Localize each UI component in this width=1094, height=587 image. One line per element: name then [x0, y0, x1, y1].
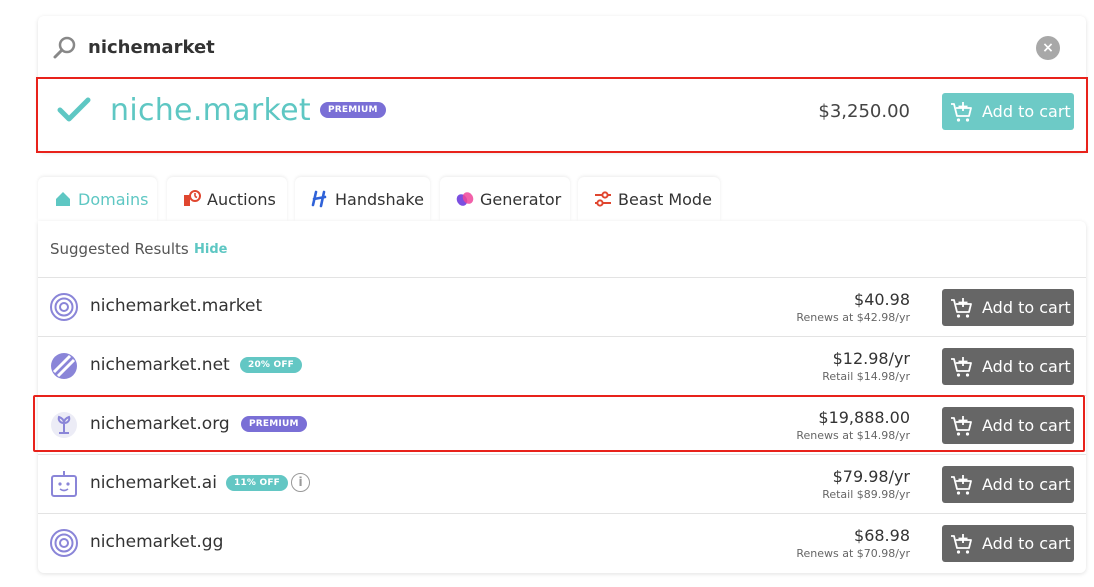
target-icon: [50, 529, 78, 557]
tab-label: Domains: [78, 189, 149, 209]
clear-search-button[interactable]: ×: [1036, 36, 1060, 60]
org-icon: [51, 412, 77, 438]
result-price: $40.98: [854, 290, 910, 309]
result-domain-name[interactable]: nichemarket.org: [90, 414, 230, 434]
result-price: $79.98/yr: [832, 467, 910, 486]
result-row: nichemarket.net 20% OFF $12.98/yr Retail…: [38, 336, 1086, 395]
result-renewal: Renews at $14.98/yr: [796, 429, 910, 442]
featured-price: $3,250.00: [818, 101, 910, 122]
generator-icon: [456, 192, 474, 206]
net-icon: [51, 353, 77, 379]
result-renewal: Renews at $42.98/yr: [796, 311, 910, 324]
auction-icon: [184, 190, 201, 206]
result-domain-name[interactable]: nichemarket.market: [90, 296, 262, 316]
cart-icon: [951, 533, 972, 554]
search-bar: ×: [38, 16, 1086, 78]
tab-domains[interactable]: Domains: [38, 177, 157, 221]
tab-beast-mode[interactable]: Beast Mode: [578, 177, 720, 221]
tab-handshake[interactable]: Handshake: [295, 177, 430, 221]
tab-label: Beast Mode: [618, 189, 712, 209]
result-price: $19,888.00: [818, 408, 910, 427]
add-to-cart-label: Add to cart: [982, 102, 1071, 121]
add-to-cart-label: Add to cart: [982, 298, 1071, 317]
add-to-cart-button[interactable]: Add to cart: [942, 348, 1074, 385]
cart-icon: [951, 474, 972, 495]
result-retail: Retail $89.98/yr: [822, 488, 910, 501]
result-domain-name[interactable]: nichemarket.net: [90, 355, 230, 375]
result-row: nichemarket.gg $68.98 Renews at $70.98/y…: [38, 513, 1086, 572]
tab-label: Auctions: [207, 189, 276, 209]
suggested-results-heading: Suggested Results: [50, 240, 189, 258]
add-to-cart-label: Add to cart: [982, 534, 1071, 553]
add-to-cart-label: Add to cart: [982, 416, 1071, 435]
result-price: $12.98/yr: [832, 349, 910, 368]
result-row: nichemarket.org PREMIUM $19,888.00 Renew…: [38, 395, 1086, 454]
sliders-icon: [595, 191, 611, 207]
tab-label: Generator: [480, 189, 562, 209]
result-row: nichemarket.ai 11% OFF i $79.98/yr Retai…: [38, 454, 1086, 513]
cart-icon: [951, 356, 972, 377]
home-icon: [56, 192, 70, 206]
cart-icon: [951, 101, 972, 122]
search-card: × niche.market PREMIUM $3,250.00 Add to …: [36, 16, 1088, 153]
result-retail: Retail $14.98/yr: [822, 370, 910, 383]
premium-badge: PREMIUM: [241, 416, 307, 432]
hide-link[interactable]: Hide: [194, 242, 227, 257]
add-to-cart-button[interactable]: Add to cart: [942, 289, 1074, 326]
tab-generator[interactable]: Generator: [440, 177, 570, 221]
add-to-cart-button[interactable]: Add to cart: [942, 466, 1074, 503]
handshake-icon: [311, 190, 327, 208]
featured-domain-name[interactable]: niche.market: [110, 93, 311, 128]
cart-icon: [951, 297, 972, 318]
result-row: nichemarket.market $40.98 Renews at $42.…: [38, 277, 1086, 336]
robot-icon: [51, 471, 77, 497]
discount-badge: 11% OFF: [226, 475, 289, 491]
results-panel: Suggested Results Hide nichemarket.marke…: [38, 221, 1086, 573]
add-to-cart-label: Add to cart: [982, 475, 1071, 494]
tab-label: Handshake: [335, 189, 424, 209]
cart-icon: [951, 415, 972, 436]
target-icon: [50, 293, 78, 321]
featured-result: niche.market PREMIUM $3,250.00 Add to ca…: [36, 77, 1088, 153]
result-domain-name[interactable]: nichemarket.ai: [90, 473, 217, 493]
check-icon: [57, 97, 91, 122]
add-to-cart-button[interactable]: Add to cart: [942, 407, 1074, 444]
info-icon[interactable]: i: [291, 473, 310, 492]
search-icon: [53, 36, 76, 59]
featured-add-to-cart-button[interactable]: Add to cart: [942, 93, 1074, 130]
tab-auctions[interactable]: Auctions: [167, 177, 287, 221]
search-input[interactable]: [88, 33, 988, 61]
result-domain-name[interactable]: nichemarket.gg: [90, 532, 223, 552]
result-renewal: Renews at $70.98/yr: [796, 547, 910, 560]
result-price: $68.98: [854, 526, 910, 545]
add-to-cart-label: Add to cart: [982, 357, 1071, 376]
add-to-cart-button[interactable]: Add to cart: [942, 525, 1074, 562]
premium-badge: PREMIUM: [320, 102, 386, 118]
discount-badge: 20% OFF: [240, 357, 303, 373]
